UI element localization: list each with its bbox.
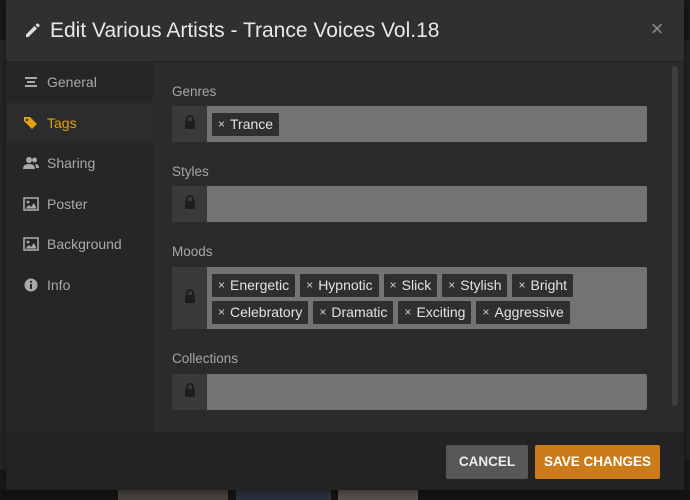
sidebar-item-label: Info bbox=[47, 276, 71, 293]
tag-chip[interactable]: × Trance bbox=[212, 113, 280, 136]
remove-tag-icon[interactable]: × bbox=[306, 274, 313, 297]
tag-label: Stylish bbox=[460, 276, 502, 293]
sidebar-item-label: Tags bbox=[47, 114, 77, 131]
sidebar-item-label: Poster bbox=[47, 195, 88, 212]
remove-tag-icon[interactable]: × bbox=[518, 274, 525, 297]
image-icon bbox=[23, 236, 39, 252]
sidebar-nav: General Tags Sharing Poster Background I… bbox=[6, 62, 153, 432]
sidebar-item-general[interactable]: General bbox=[6, 62, 153, 103]
tag-label: Exciting bbox=[416, 303, 466, 320]
tag-chip[interactable]: × Energetic bbox=[212, 273, 296, 297]
save-changes-button[interactable]: SAVE CHANGES bbox=[535, 445, 660, 479]
sidebar-item-background[interactable]: Background bbox=[6, 224, 153, 265]
close-button[interactable]: × bbox=[646, 18, 668, 40]
sidebar-item-sharing[interactable]: Sharing bbox=[6, 143, 153, 184]
info-icon bbox=[23, 277, 39, 293]
collections-lock-button[interactable] bbox=[172, 374, 207, 410]
lock-icon bbox=[184, 194, 196, 214]
sidebar-item-poster[interactable]: Poster bbox=[6, 184, 153, 225]
dialog-header: Edit Various Artists - Trance Voices Vol… bbox=[6, 0, 684, 62]
remove-tag-icon[interactable]: × bbox=[319, 301, 326, 324]
scrollbar-thumb[interactable] bbox=[672, 66, 678, 406]
cancel-button[interactable]: CANCEL bbox=[446, 445, 528, 479]
tag-label: Trance bbox=[230, 116, 274, 132]
collections-label: Collections bbox=[172, 351, 239, 366]
tag-chip[interactable]: × Stylish bbox=[442, 273, 508, 297]
moods-lock-button[interactable] bbox=[172, 267, 207, 329]
tag-label: Slick bbox=[401, 276, 432, 293]
genres-tag-list: × Trance bbox=[207, 106, 647, 142]
sidebar-item-label: Sharing bbox=[47, 155, 96, 172]
image-icon bbox=[23, 196, 39, 212]
collections-field[interactable] bbox=[172, 374, 647, 410]
close-icon: × bbox=[650, 16, 664, 41]
remove-tag-icon[interactable]: × bbox=[390, 274, 397, 297]
tag-chip[interactable]: × Slick bbox=[383, 273, 438, 297]
lock-icon bbox=[184, 288, 196, 308]
remove-tag-icon[interactable]: × bbox=[448, 274, 455, 297]
tag-label: Energetic bbox=[230, 276, 290, 293]
tag-label: Dramatic bbox=[331, 303, 388, 320]
styles-tag-list[interactable] bbox=[207, 186, 647, 222]
remove-tag-icon[interactable]: × bbox=[218, 113, 225, 136]
list-icon bbox=[23, 74, 39, 90]
dialog-title: Edit Various Artists - Trance Voices Vol… bbox=[50, 19, 440, 42]
tag-label: Bright bbox=[530, 276, 568, 293]
moods-tag-list: × Energetic × Hypnotic × Slick × Stylish × Br… bbox=[207, 267, 647, 329]
edit-dialog: Edit Various Artists - Trance Voices Vol… bbox=[6, 0, 684, 490]
tag-label: Aggressive bbox=[494, 303, 564, 320]
lock-icon bbox=[184, 114, 196, 134]
tag-icon bbox=[23, 115, 39, 131]
tag-chip[interactable]: × Hypnotic bbox=[300, 273, 379, 297]
tag-chip[interactable]: × Celebratory bbox=[212, 300, 309, 324]
sidebar-item-info[interactable]: Info bbox=[6, 265, 153, 306]
tags-panel: Genres × Trance Styles Moods × Energetic… bbox=[153, 62, 684, 432]
dialog-footer: CANCEL SAVE CHANGES bbox=[6, 432, 684, 490]
remove-tag-icon[interactable]: × bbox=[482, 301, 489, 324]
tag-label: Celebratory bbox=[230, 303, 303, 320]
moods-label: Moods bbox=[172, 244, 213, 259]
tag-chip[interactable]: × Exciting bbox=[398, 300, 472, 324]
styles-label: Styles bbox=[172, 164, 209, 179]
genres-field[interactable]: × Trance bbox=[172, 106, 647, 142]
styles-lock-button[interactable] bbox=[172, 186, 207, 222]
genres-label: Genres bbox=[172, 84, 217, 99]
moods-field[interactable]: × Energetic × Hypnotic × Slick × Stylish × Br… bbox=[172, 267, 647, 329]
remove-tag-icon[interactable]: × bbox=[218, 301, 225, 324]
scrollbar[interactable] bbox=[672, 66, 678, 428]
background-page-edge-right bbox=[684, 40, 690, 460]
tag-chip[interactable]: × Bright bbox=[512, 273, 574, 297]
background-artwork-strip bbox=[0, 490, 690, 500]
tag-chip[interactable]: × Aggressive bbox=[476, 300, 570, 324]
remove-tag-icon[interactable]: × bbox=[218, 274, 225, 297]
pencil-icon bbox=[24, 21, 42, 39]
sidebar-item-tags[interactable]: Tags bbox=[6, 102, 153, 143]
lock-icon bbox=[184, 382, 196, 402]
users-icon bbox=[23, 155, 39, 171]
collections-tag-list[interactable] bbox=[207, 374, 647, 410]
tag-chip[interactable]: × Dramatic bbox=[313, 300, 394, 324]
remove-tag-icon[interactable]: × bbox=[404, 301, 411, 324]
sidebar-item-label: General bbox=[47, 74, 97, 91]
styles-field[interactable] bbox=[172, 186, 647, 222]
tag-label: Hypnotic bbox=[318, 276, 373, 293]
sidebar-item-label: Background bbox=[47, 236, 122, 253]
genres-lock-button[interactable] bbox=[172, 106, 207, 142]
